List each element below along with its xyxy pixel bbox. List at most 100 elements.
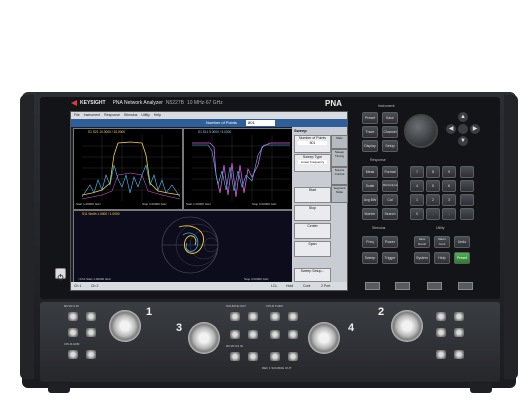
jumper-connector[interactable] bbox=[270, 312, 280, 321]
trace-window-2[interactable]: S1 S11 5.0000 / 5.0000 Start 1.00000 GHz… bbox=[183, 128, 293, 210]
jumper-connector[interactable] bbox=[454, 328, 464, 337]
freq-key[interactable]: Freq bbox=[362, 236, 378, 248]
key-6[interactable]: 6 bbox=[442, 180, 456, 192]
meas-key[interactable]: Meas bbox=[362, 166, 378, 178]
key-4[interactable]: 4 bbox=[410, 180, 424, 192]
usb-port-3[interactable] bbox=[427, 282, 442, 290]
trigger-key[interactable]: Trigger bbox=[382, 252, 398, 264]
power-button[interactable] bbox=[55, 268, 66, 281]
tab-source-control[interactable]: Source Control bbox=[331, 167, 348, 185]
jumper-connector[interactable] bbox=[248, 312, 258, 321]
unit-key-1[interactable] bbox=[460, 166, 474, 178]
unit-key-4[interactable] bbox=[460, 208, 474, 220]
jumper-connector[interactable] bbox=[230, 330, 240, 339]
jumper-connector[interactable] bbox=[68, 350, 78, 359]
scale-key[interactable]: Scale bbox=[362, 180, 378, 192]
jumper-connector[interactable] bbox=[454, 312, 464, 321]
key-7[interactable]: 7 bbox=[410, 166, 424, 178]
key-decimal[interactable]: . bbox=[426, 208, 440, 220]
unit-key-2[interactable] bbox=[460, 180, 474, 192]
mkr-analysis-key[interactable]: Mkr/Analysis bbox=[382, 180, 398, 192]
jumper-connector[interactable] bbox=[436, 312, 446, 321]
avg-bw-key[interactable]: Avg BW bbox=[362, 194, 378, 206]
usb-port-1[interactable] bbox=[365, 282, 380, 290]
key-5[interactable]: 5 bbox=[426, 180, 440, 192]
save-recall-key[interactable]: Save Recall bbox=[414, 236, 430, 248]
save-key[interactable]: Save bbox=[382, 112, 398, 124]
jumper-connector[interactable] bbox=[454, 350, 464, 359]
key-1[interactable]: 1 bbox=[410, 194, 424, 206]
key-3[interactable]: 3 bbox=[442, 194, 456, 206]
softkey-number-of-points[interactable]: Number of Points 801 bbox=[294, 135, 331, 153]
jumper-connector[interactable] bbox=[270, 330, 280, 339]
search-key[interactable]: Search bbox=[382, 208, 398, 220]
help-key[interactable]: Help bbox=[434, 252, 450, 264]
sweep-key[interactable]: Sweep bbox=[362, 252, 378, 264]
test-port-3[interactable] bbox=[188, 322, 220, 354]
jumper-connector[interactable] bbox=[436, 328, 446, 337]
menu-response[interactable]: Response bbox=[104, 113, 120, 117]
key-2[interactable]: 2 bbox=[426, 194, 440, 206]
jumper-connector[interactable] bbox=[436, 350, 446, 359]
menu-stimulus[interactable]: Stimulus bbox=[124, 113, 137, 117]
system-key[interactable]: System bbox=[414, 252, 430, 264]
format-key[interactable]: Format bbox=[382, 166, 398, 178]
test-port-4[interactable] bbox=[308, 322, 340, 354]
jumper-connector[interactable] bbox=[86, 328, 96, 337]
usb-port-4[interactable] bbox=[458, 282, 473, 290]
key-8[interactable]: 8 bbox=[426, 166, 440, 178]
jumper-connector[interactable] bbox=[288, 330, 298, 339]
usb-port-2[interactable] bbox=[395, 282, 410, 290]
softkey-sweep-setup[interactable]: Sweep Setup... bbox=[294, 268, 331, 282]
entry-value-field[interactable]: 801 bbox=[246, 120, 275, 126]
jumper-connector[interactable] bbox=[270, 352, 280, 361]
arrow-right-icon[interactable]: ▶ bbox=[470, 124, 480, 134]
preset-green-key[interactable]: Preset bbox=[454, 252, 470, 264]
tab-sweep-timing[interactable]: Sweep Timing bbox=[331, 149, 348, 167]
preset-key[interactable]: Preset bbox=[362, 112, 378, 124]
cal-key[interactable]: Cal bbox=[382, 194, 398, 206]
unit-key-3[interactable] bbox=[460, 194, 474, 206]
jumper-connector[interactable] bbox=[86, 350, 96, 359]
softkey-start[interactable]: Start bbox=[294, 187, 331, 203]
arrow-down-icon[interactable]: ▼ bbox=[458, 136, 468, 146]
jumper-connector[interactable] bbox=[288, 312, 298, 321]
menu-utility[interactable]: Utility bbox=[141, 113, 150, 117]
jumper-connector[interactable] bbox=[86, 312, 96, 321]
test-port-2[interactable] bbox=[391, 310, 423, 342]
channel-key[interactable]: Channel bbox=[382, 126, 398, 138]
tab-main[interactable]: Main bbox=[331, 135, 348, 149]
jumper-connector[interactable] bbox=[68, 312, 78, 321]
marker-key[interactable]: Marker bbox=[362, 208, 378, 220]
enter-center-button[interactable] bbox=[458, 124, 468, 134]
setup-key[interactable]: Setup bbox=[382, 140, 398, 152]
macro-cond-key[interactable]: Macro Cond bbox=[434, 236, 450, 248]
jumper-connector[interactable] bbox=[248, 330, 258, 339]
softkey-sweep-type[interactable]: Sweep Type Linear Frequency bbox=[294, 154, 331, 172]
jumper-connector[interactable] bbox=[288, 352, 298, 361]
trace-window-1[interactable]: S1 S21 10.0000 / 10.0000 Start 1.00000 G… bbox=[73, 128, 183, 210]
menu-file[interactable]: File bbox=[74, 113, 80, 117]
softkey-center[interactable]: Center bbox=[294, 223, 331, 239]
menu-instrument[interactable]: Instrument bbox=[84, 113, 101, 117]
jumper-connector[interactable] bbox=[230, 352, 240, 361]
tab-segment-table[interactable]: Segment Table bbox=[331, 185, 348, 203]
softkey-span[interactable]: Span bbox=[294, 241, 331, 257]
display-key[interactable]: Display bbox=[362, 140, 378, 152]
arrow-up-icon[interactable]: ▲ bbox=[458, 112, 468, 122]
display-screen[interactable]: File Instrument Response Stimulus Utilit… bbox=[70, 111, 348, 291]
trace-key[interactable]: Trace bbox=[362, 126, 378, 138]
arrow-left-icon[interactable]: ◀ bbox=[446, 124, 456, 134]
key-0[interactable]: 0 bbox=[410, 208, 424, 220]
jumper-connector[interactable] bbox=[68, 328, 78, 337]
key-minus[interactable]: - bbox=[442, 208, 456, 220]
trace-window-3[interactable]: S11 Smith 1.0000 / 1.0000 >Ch1 Start 1.0… bbox=[73, 210, 293, 284]
key-9[interactable]: 9 bbox=[442, 166, 456, 178]
test-port-1[interactable] bbox=[109, 310, 141, 342]
undo-key[interactable]: Undo bbox=[454, 236, 470, 248]
rotary-knob[interactable] bbox=[404, 114, 438, 148]
jumper-connector[interactable] bbox=[230, 312, 240, 321]
softkey-stop[interactable]: Stop bbox=[294, 205, 331, 221]
jumper-connector[interactable] bbox=[248, 352, 258, 361]
menu-help[interactable]: Help bbox=[154, 113, 161, 117]
